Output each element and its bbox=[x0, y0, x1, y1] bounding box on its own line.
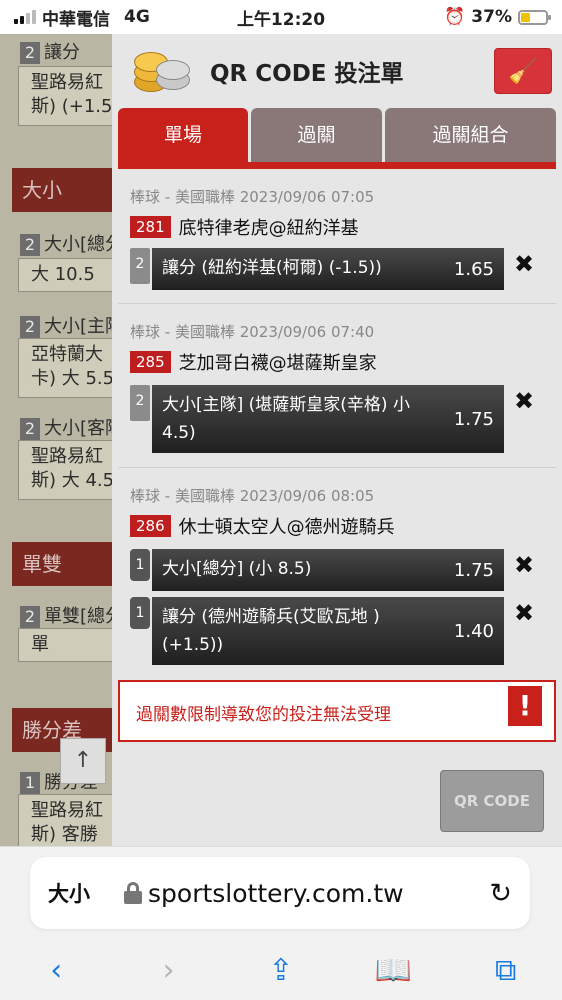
network-label: 4G bbox=[124, 7, 150, 27]
bg-market-label: 2 單雙[總分 bbox=[20, 602, 123, 628]
share-icon[interactable]: ⇪ bbox=[251, 953, 311, 988]
browser-toolbar: ‹ › ⇪ 📖 ⧉ bbox=[0, 940, 562, 1000]
url-field[interactable]: 大小 sportslottery.com.tw ↻ bbox=[30, 857, 530, 929]
bg-section-header: 單雙 bbox=[12, 542, 122, 586]
match-teams: 芝加哥白襪@堪薩斯皇家 bbox=[178, 353, 377, 374]
bg-market-label: 2 大小[主隊 bbox=[20, 312, 123, 338]
remove-bet-icon[interactable]: ✖ bbox=[514, 250, 534, 278]
bet-group: 棒球 - 美國職棒 2023/09/06 08:05 286 休士頓太空人@德州… bbox=[118, 469, 556, 669]
alarm-icon: ⏰ bbox=[444, 7, 466, 27]
bet-group: 棒球 - 美國職棒 2023/09/06 07:05 281 底特律老虎@紐約洋… bbox=[118, 174, 556, 304]
bet-selection[interactable]: 大小[總分] (小 8.5) 1.75 bbox=[152, 549, 504, 591]
event-header: 棒球 - 美國職棒 2023/09/06 08:05 bbox=[130, 487, 375, 505]
bet-selection[interactable]: 讓分 (德州遊騎兵(艾歐瓦地 ) (+1.5)) 1.40 bbox=[152, 597, 504, 665]
bet-selection[interactable]: 讓分 (紐約洋基(柯爾) (-1.5)) 1.65 bbox=[152, 248, 504, 290]
bookmarks-icon[interactable]: 📖 bbox=[363, 953, 423, 988]
reload-icon[interactable]: ↻ bbox=[489, 878, 512, 909]
remove-bet-icon[interactable]: ✖ bbox=[514, 387, 534, 415]
warning-message: 過關數限制導致您的投注無法受理 bbox=[136, 705, 391, 725]
signal-icon bbox=[14, 10, 36, 24]
bg-section-header: 大小 bbox=[12, 168, 122, 212]
bet-odds: 1.75 bbox=[453, 408, 494, 430]
tab-parlay-combo[interactable]: 過關組合 bbox=[385, 108, 556, 162]
tab-bar: 單場 過關 過關組合 bbox=[118, 108, 556, 162]
bet-slip-panel: QR CODE 投注單 🧹 單場 過關 過關組合 棒球 - 美國職棒 2023/… bbox=[112, 34, 562, 846]
status-bar: 中華電信 4G 上午12:20 ⏰ 37% bbox=[0, 0, 562, 34]
match-code-badge: 281 bbox=[130, 216, 171, 238]
battery-percent: 37% bbox=[471, 7, 512, 27]
bet-type-badge: 2 bbox=[130, 385, 150, 421]
bet-line: 1 讓分 (德州遊騎兵(艾歐瓦地 ) (+1.5)) 1.40 ✖ bbox=[130, 597, 538, 665]
bet-description: 大小[總分] (小 8.5) bbox=[162, 559, 312, 579]
bg-market-label: 2 大小[客隊 bbox=[20, 414, 123, 440]
event-header: 棒球 - 美國職棒 2023/09/06 07:05 bbox=[130, 188, 375, 206]
match-teams: 底特律老虎@紐約洋基 bbox=[178, 218, 359, 239]
url-text[interactable]: sportslottery.com.tw bbox=[148, 879, 404, 908]
tab-parlay[interactable]: 過關 bbox=[251, 108, 382, 162]
carrier-label: 中華電信 bbox=[42, 9, 110, 30]
forward-icon[interactable]: › bbox=[139, 953, 199, 988]
match-teams: 休士頓太空人@德州遊騎兵 bbox=[178, 517, 395, 538]
remove-bet-icon[interactable]: ✖ bbox=[514, 599, 534, 627]
bet-group: 棒球 - 美國職棒 2023/09/06 07:40 285 芝加哥白襪@堪薩斯… bbox=[118, 305, 556, 468]
bet-description: 大小[主隊] (堪薩斯皇家(辛格) 小 4.5) bbox=[162, 395, 410, 443]
exclamation-icon: ! bbox=[508, 686, 542, 726]
match-row: 285 芝加哥白襪@堪薩斯皇家 bbox=[130, 349, 377, 375]
tabs-icon[interactable]: ⧉ bbox=[476, 953, 536, 988]
bet-line: 2 讓分 (紐約洋基(柯爾) (-1.5)) 1.65 ✖ bbox=[130, 248, 538, 290]
back-icon[interactable]: ‹ bbox=[26, 953, 86, 988]
match-code-badge: 286 bbox=[130, 515, 171, 537]
bet-line: 1 大小[總分] (小 8.5) 1.75 ✖ bbox=[130, 549, 538, 591]
match-row: 286 休士頓太空人@德州遊騎兵 bbox=[130, 513, 395, 539]
scroll-top-button[interactable]: ↑ bbox=[60, 738, 106, 784]
bet-type-badge: 2 bbox=[130, 248, 150, 284]
event-header: 棒球 - 美國職棒 2023/09/06 07:40 bbox=[130, 323, 375, 341]
tab-underline bbox=[118, 162, 556, 169]
panel-title: QR CODE 投注單 bbox=[210, 61, 404, 87]
warning-banner: 過關數限制導致您的投注無法受理 ! bbox=[118, 680, 556, 742]
bet-description: 讓分 (德州遊騎兵(艾歐瓦地 ) (+1.5)) bbox=[162, 607, 380, 655]
clear-slip-button[interactable]: 🧹 bbox=[494, 48, 552, 94]
bet-line: 2 大小[主隊] (堪薩斯皇家(辛格) 小 4.5) 1.75 ✖ bbox=[130, 385, 538, 453]
bg-market-label: 2 大小[總分 bbox=[20, 230, 123, 256]
bet-odds: 1.65 bbox=[453, 258, 494, 280]
text-size-button[interactable]: 大小 bbox=[48, 878, 90, 908]
tab-single[interactable]: 單場 bbox=[118, 108, 248, 162]
bg-market-label: 2 讓分 bbox=[20, 38, 80, 64]
broom-icon: 🧹 bbox=[508, 57, 538, 85]
coins-icon bbox=[130, 46, 194, 96]
bet-selection[interactable]: 大小[主隊] (堪薩斯皇家(辛格) 小 4.5) 1.75 bbox=[152, 385, 504, 453]
bet-odds: 1.75 bbox=[453, 559, 494, 581]
qr-code-button[interactable]: QR CODE bbox=[440, 770, 544, 832]
panel-header: QR CODE 投注單 🧹 bbox=[112, 34, 562, 108]
bet-description: 讓分 (紐約洋基(柯爾) (-1.5)) bbox=[162, 258, 382, 278]
lock-icon bbox=[124, 882, 142, 904]
clock: 上午12:20 bbox=[236, 9, 326, 30]
remove-bet-icon[interactable]: ✖ bbox=[514, 551, 534, 579]
bet-type-badge: 1 bbox=[130, 597, 150, 629]
bet-odds: 1.40 bbox=[453, 620, 494, 642]
match-row: 281 底特律老虎@紐約洋基 bbox=[130, 214, 359, 240]
battery-icon bbox=[518, 9, 551, 25]
bet-type-badge: 1 bbox=[130, 549, 150, 581]
match-code-badge: 285 bbox=[130, 351, 171, 373]
address-bar: 大小 sportslottery.com.tw ↻ bbox=[0, 846, 562, 940]
